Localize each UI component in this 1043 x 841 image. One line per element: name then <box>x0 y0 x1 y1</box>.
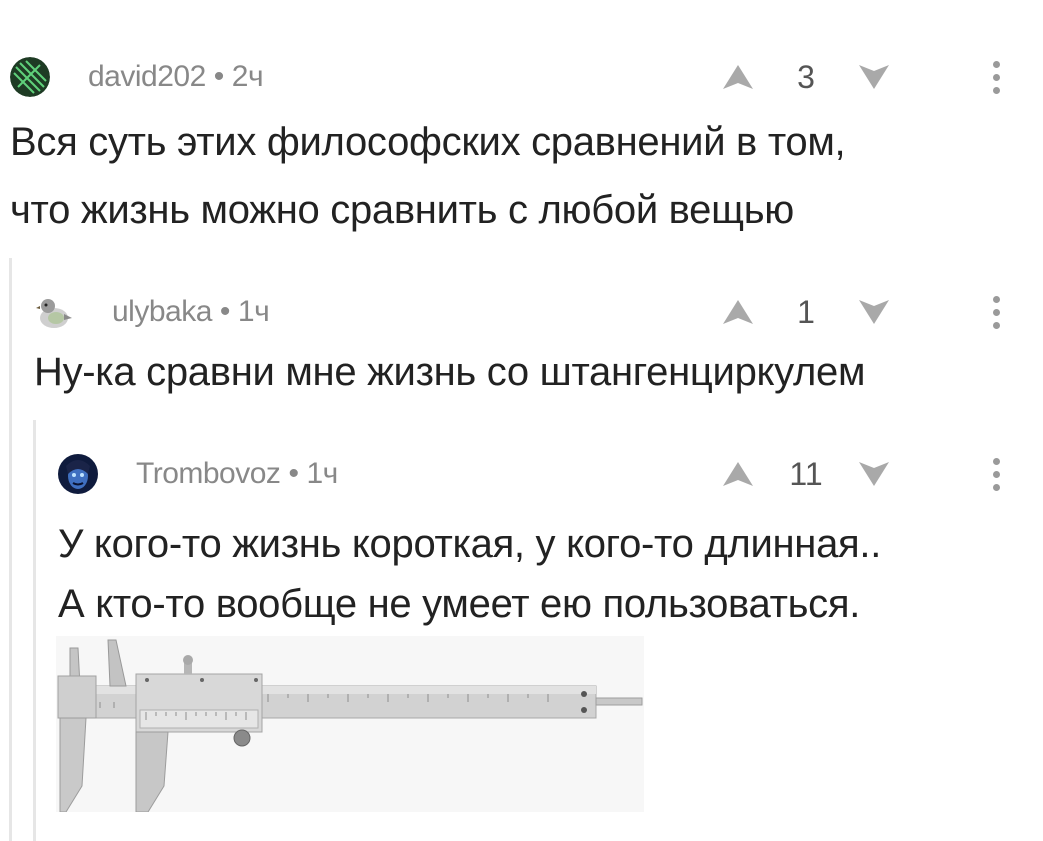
more-vertical-icon[interactable] <box>986 454 1006 494</box>
comment-time: 1ч <box>237 295 270 328</box>
comment-time: 2ч <box>231 60 264 93</box>
comment-text-line: что жизнь можно сравнить с любой вещью <box>10 188 794 232</box>
thread-line-level-1 <box>9 258 12 841</box>
upvote-arrow-icon[interactable] <box>718 292 758 332</box>
avatar[interactable] <box>58 454 98 494</box>
vote-score: 11 <box>789 455 823 492</box>
downvote-arrow-icon[interactable] <box>854 292 894 332</box>
comment-meta: david202 • 2ч <box>88 60 264 94</box>
author-name[interactable]: david202 <box>88 60 206 93</box>
vote-controls: 1 <box>718 292 894 332</box>
comment-time: 1ч <box>306 457 338 490</box>
upvote-arrow-icon[interactable] <box>718 454 758 494</box>
vote-controls: 11 <box>718 454 894 494</box>
downvote-arrow-icon[interactable] <box>854 454 894 494</box>
author-name[interactable]: Trombovoz <box>136 457 281 490</box>
meta-separator: • <box>219 295 231 328</box>
avatar[interactable] <box>34 292 74 332</box>
vote-score: 1 <box>797 293 815 330</box>
vernier-caliper-image[interactable] <box>56 636 644 813</box>
downvote-arrow-icon[interactable] <box>854 57 894 97</box>
comment-text-line: Ну-ка сравни мне жизнь со штангенциркуле… <box>34 350 866 394</box>
comment-header: david202 • 2ч <box>10 57 264 97</box>
green-hatched-circle-avatar-icon <box>10 57 50 97</box>
comment-text-line: А кто-то вообще не умеет ею пользоваться… <box>58 582 861 626</box>
vote-score: 3 <box>797 58 815 95</box>
comment-text-line: У кого-то жизнь короткая, у кого-то длин… <box>58 522 882 566</box>
pigeon-avatar-icon <box>34 292 74 332</box>
blue-portrait-avatar-icon <box>58 454 98 494</box>
vote-controls: 3 <box>718 57 894 97</box>
comment-meta: ulybaka • 1ч <box>112 295 270 329</box>
comment-header: Trombovoz • 1ч <box>58 454 338 494</box>
caliper-drawing <box>56 636 644 813</box>
meta-separator: • <box>288 457 299 490</box>
thread-line-level-2 <box>33 420 36 841</box>
meta-separator: • <box>213 60 225 93</box>
comment-header: ulybaka • 1ч <box>34 292 270 332</box>
more-vertical-icon[interactable] <box>986 57 1006 97</box>
comment-meta: Trombovoz • 1ч <box>136 457 338 491</box>
author-name[interactable]: ulybaka <box>112 295 212 328</box>
upvote-arrow-icon[interactable] <box>718 57 758 97</box>
more-vertical-icon[interactable] <box>986 292 1006 332</box>
avatar[interactable] <box>10 57 50 97</box>
comment-text-line: Вся суть этих философских сравнений в то… <box>10 120 846 164</box>
